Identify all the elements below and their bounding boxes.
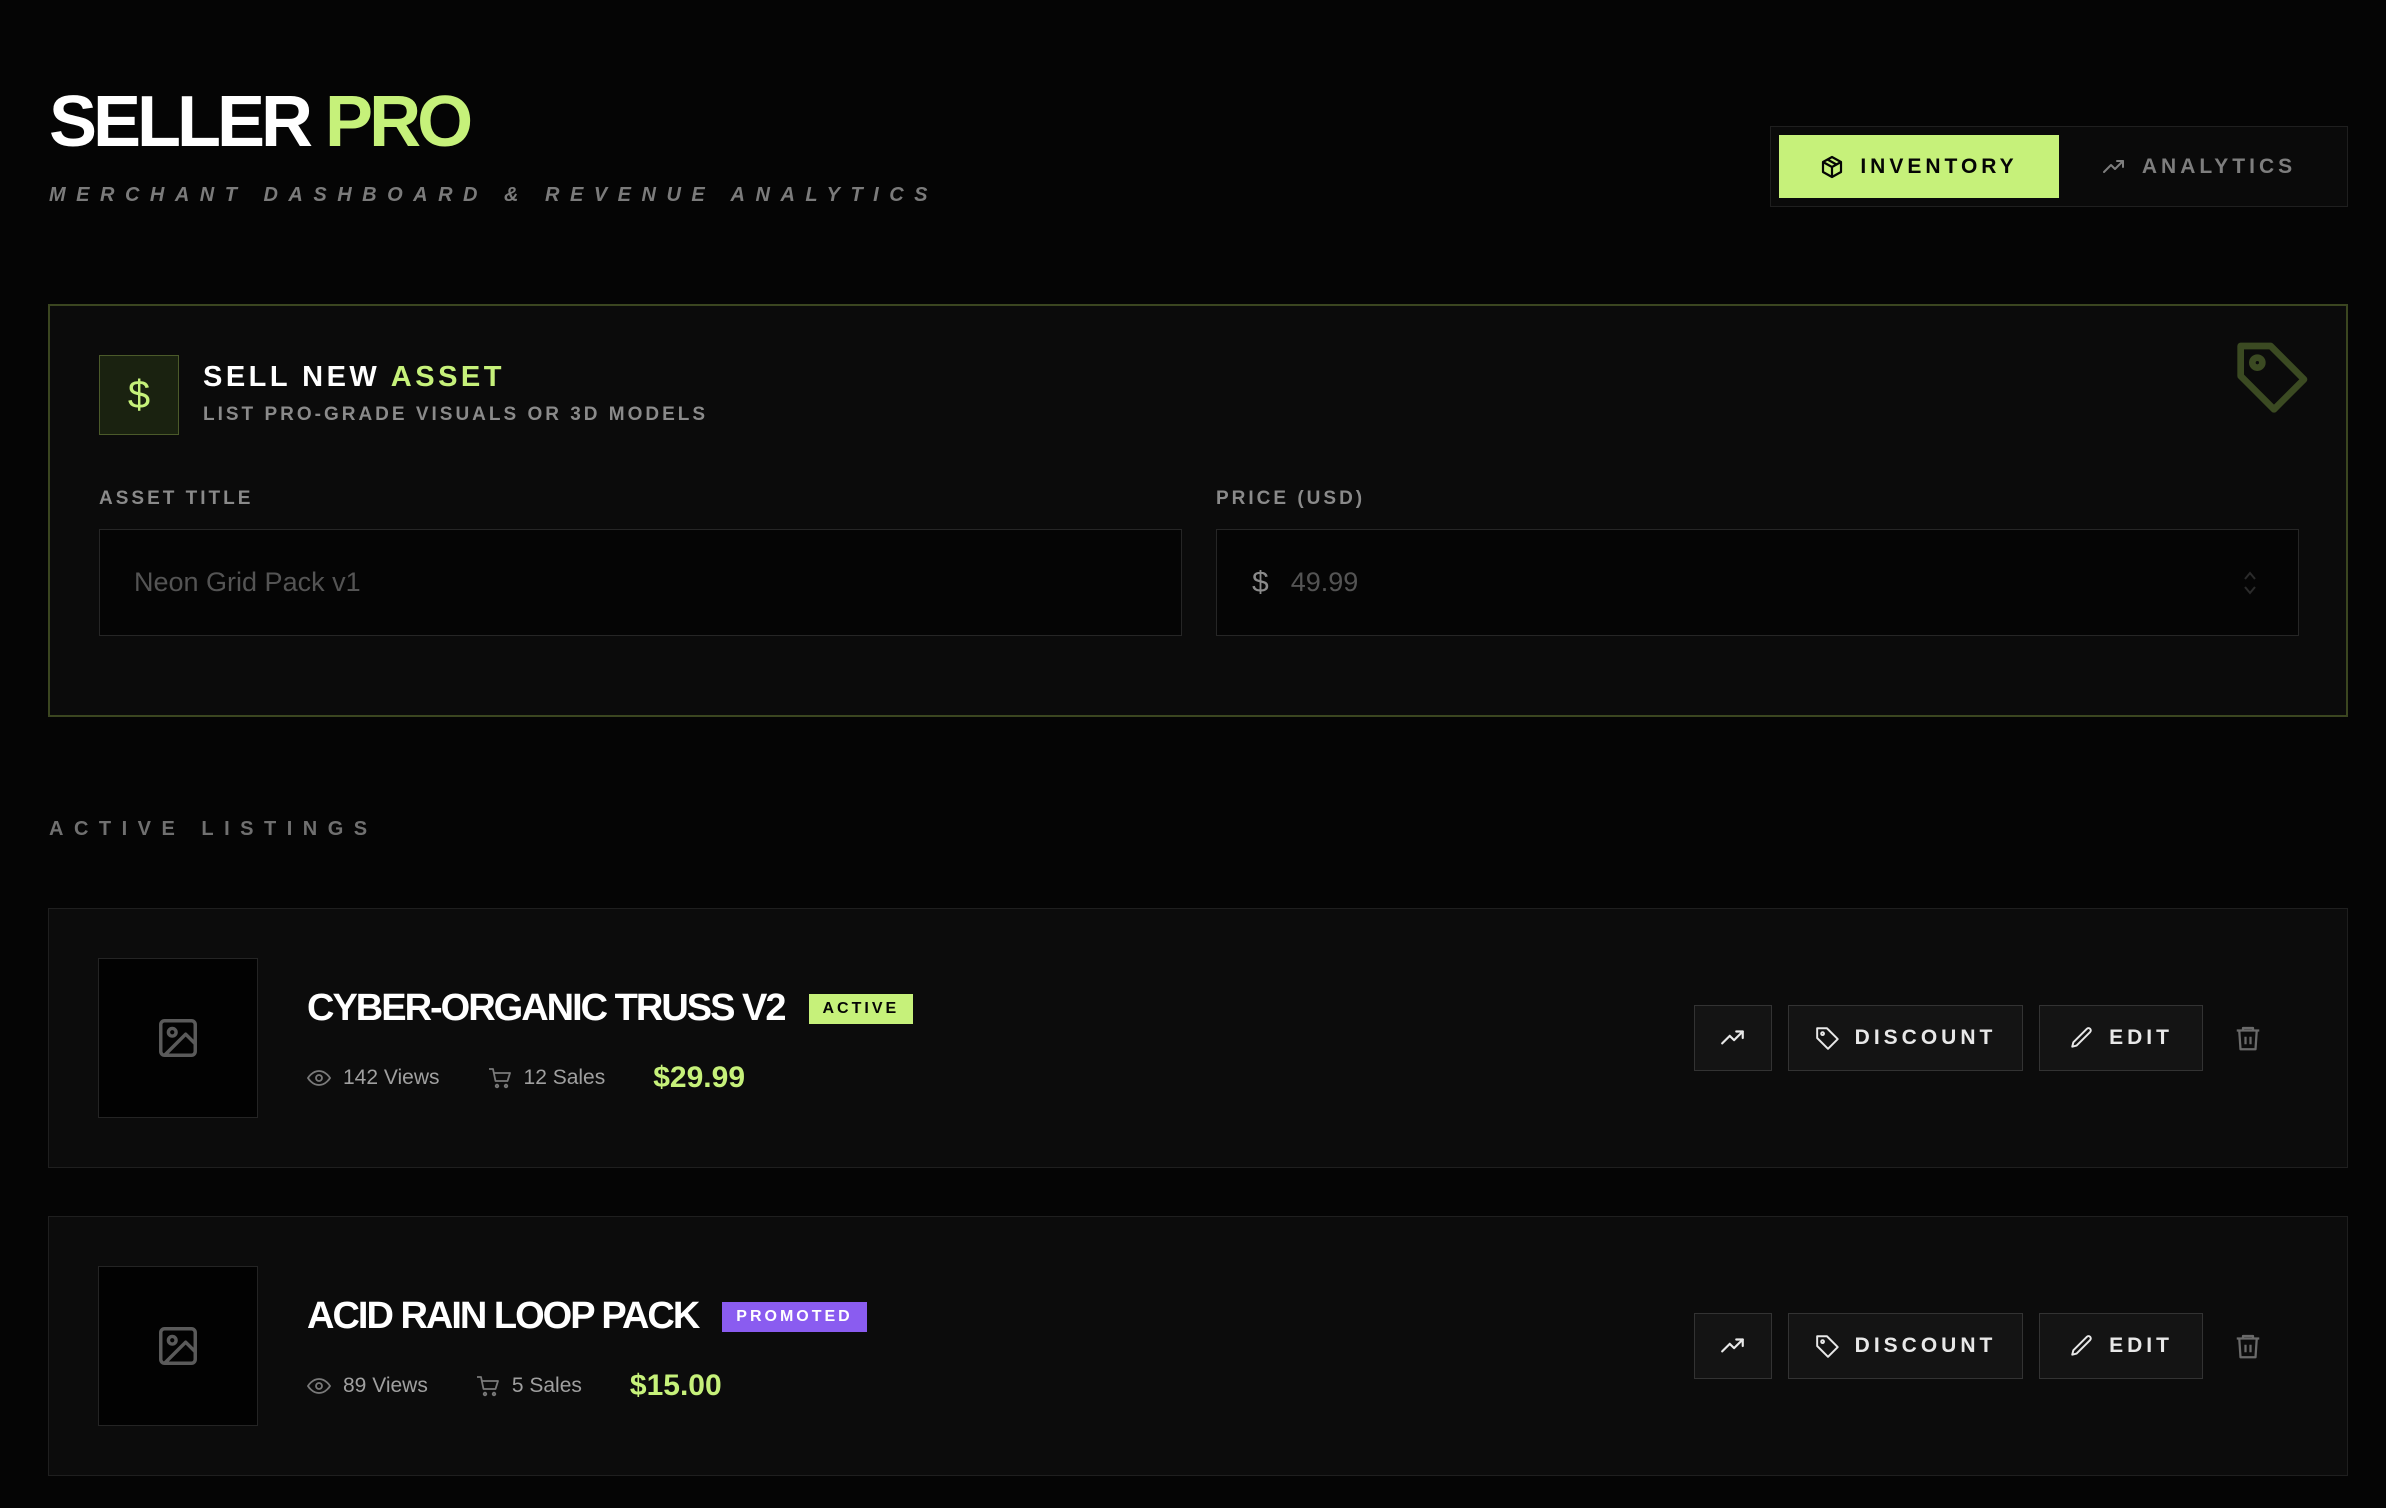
views-stat: 89 Views [307, 1374, 428, 1398]
tab-analytics[interactable]: ANALYTICS [2059, 135, 2339, 198]
discount-label: DISCOUNT [1854, 1334, 1997, 1357]
pencil-icon [2071, 1027, 2092, 1048]
analytics-button[interactable] [1694, 1313, 1772, 1379]
listing-title: CYBER-ORGANIC TRUSS V2 [307, 987, 786, 1029]
analytics-button[interactable] [1694, 1005, 1772, 1071]
delete-button[interactable] [2223, 1005, 2273, 1071]
listing-card: ACID RAIN LOOP PACK PROMOTED 89 Views 5 … [48, 1216, 2348, 1476]
listing-title: ACID RAIN LOOP PACK [307, 1295, 700, 1337]
listing-actions: DISCOUNT EDIT [1694, 1005, 2273, 1071]
eye-icon [307, 1378, 331, 1394]
view-tabs: INVENTORY ANALYTICS [1770, 126, 2348, 207]
status-badge: PROMOTED [722, 1301, 867, 1332]
trash-icon [2236, 1334, 2260, 1359]
tab-inventory-label: INVENTORY [1860, 154, 2018, 178]
brand-accent: PRO [325, 82, 473, 162]
sell-title: SELL NEW ASSET [203, 361, 505, 394]
sell-title-prefix: SELL NEW [203, 361, 381, 393]
brand-subtitle: MERCHANT DASHBOARD & REVENUE ANALYTICS [49, 184, 939, 206]
sell-subtitle: LIST PRO-GRADE VISUALS OR 3D MODELS [203, 404, 709, 425]
listing-price: $15.00 [629, 1369, 722, 1402]
tab-analytics-label: ANALYTICS [2141, 154, 2297, 178]
box-icon [1822, 155, 1843, 178]
listing-meta: 142 Views 12 Sales $29.99 [307, 1061, 745, 1095]
delete-button[interactable] [2223, 1313, 2273, 1379]
listing-meta: 89 Views 5 Sales $15.00 [307, 1369, 722, 1403]
tab-inventory[interactable]: INVENTORY [1779, 135, 2059, 198]
trend-up-icon [1721, 1338, 1744, 1353]
header: SELLER PRO MERCHANT DASHBOARD & REVENUE … [49, 82, 938, 207]
trash-icon [2236, 1026, 2260, 1051]
listing-title-row: CYBER-ORGANIC TRUSS V2 ACTIVE [307, 987, 914, 1030]
sales-count: 12 Sales [523, 1066, 606, 1089]
price-input[interactable] [1290, 567, 2298, 598]
price-currency-prefix: $ [1252, 565, 1269, 599]
edit-label: EDIT [2109, 1026, 2173, 1049]
tag-icon [2237, 342, 2308, 413]
listing-title-row: ACID RAIN LOOP PACK PROMOTED [307, 1295, 867, 1338]
image-placeholder-icon [159, 1327, 197, 1365]
sales-stat: 12 Sales [488, 1066, 606, 1090]
price-field[interactable]: $ [1216, 529, 2299, 636]
tag-icon [1815, 1027, 1839, 1050]
views-count: 142 Views [343, 1066, 440, 1089]
number-stepper-icon[interactable] [2242, 568, 2258, 598]
listing-thumbnail [98, 958, 258, 1118]
status-badge: ACTIVE [808, 993, 914, 1024]
views-count: 89 Views [343, 1374, 428, 1397]
edit-label: EDIT [2109, 1334, 2173, 1357]
views-stat: 142 Views [307, 1066, 440, 1090]
sales-count: 5 Sales [511, 1374, 582, 1397]
discount-button[interactable]: DISCOUNT [1788, 1005, 2023, 1071]
discount-button[interactable]: DISCOUNT [1788, 1313, 2023, 1379]
cart-icon [488, 1068, 511, 1089]
active-listings-heading: ACTIVE LISTINGS [49, 818, 378, 840]
listing-actions: DISCOUNT EDIT [1694, 1313, 2273, 1379]
brand-name: SELLER [49, 82, 313, 162]
tag-icon [1815, 1335, 1839, 1358]
asset-title-label: ASSET TITLE [99, 488, 254, 509]
discount-label: DISCOUNT [1854, 1026, 1997, 1049]
pencil-icon [2071, 1335, 2092, 1356]
listing-card: CYBER-ORGANIC TRUSS V2 ACTIVE 142 Views … [48, 908, 2348, 1168]
trend-up-icon [2102, 159, 2124, 173]
edit-button[interactable]: EDIT [2039, 1005, 2203, 1071]
brand-logo: SELLER PRO [49, 82, 938, 162]
listing-price: $29.99 [653, 1061, 746, 1094]
asset-title-field[interactable] [99, 529, 1182, 636]
sell-title-accent: ASSET [390, 361, 505, 393]
sales-stat: 5 Sales [476, 1374, 582, 1398]
price-label: PRICE (USD) [1216, 488, 1366, 509]
edit-button[interactable]: EDIT [2039, 1313, 2203, 1379]
dollar-icon: $ [99, 355, 179, 435]
eye-icon [307, 1070, 331, 1086]
sell-asset-card: $ SELL NEW ASSET LIST PRO-GRADE VISUALS … [48, 304, 2348, 717]
asset-title-input[interactable] [134, 567, 1181, 598]
image-placeholder-icon [159, 1019, 197, 1057]
cart-icon [476, 1376, 499, 1397]
listing-thumbnail [98, 1266, 258, 1426]
trend-up-icon [1721, 1030, 1744, 1045]
